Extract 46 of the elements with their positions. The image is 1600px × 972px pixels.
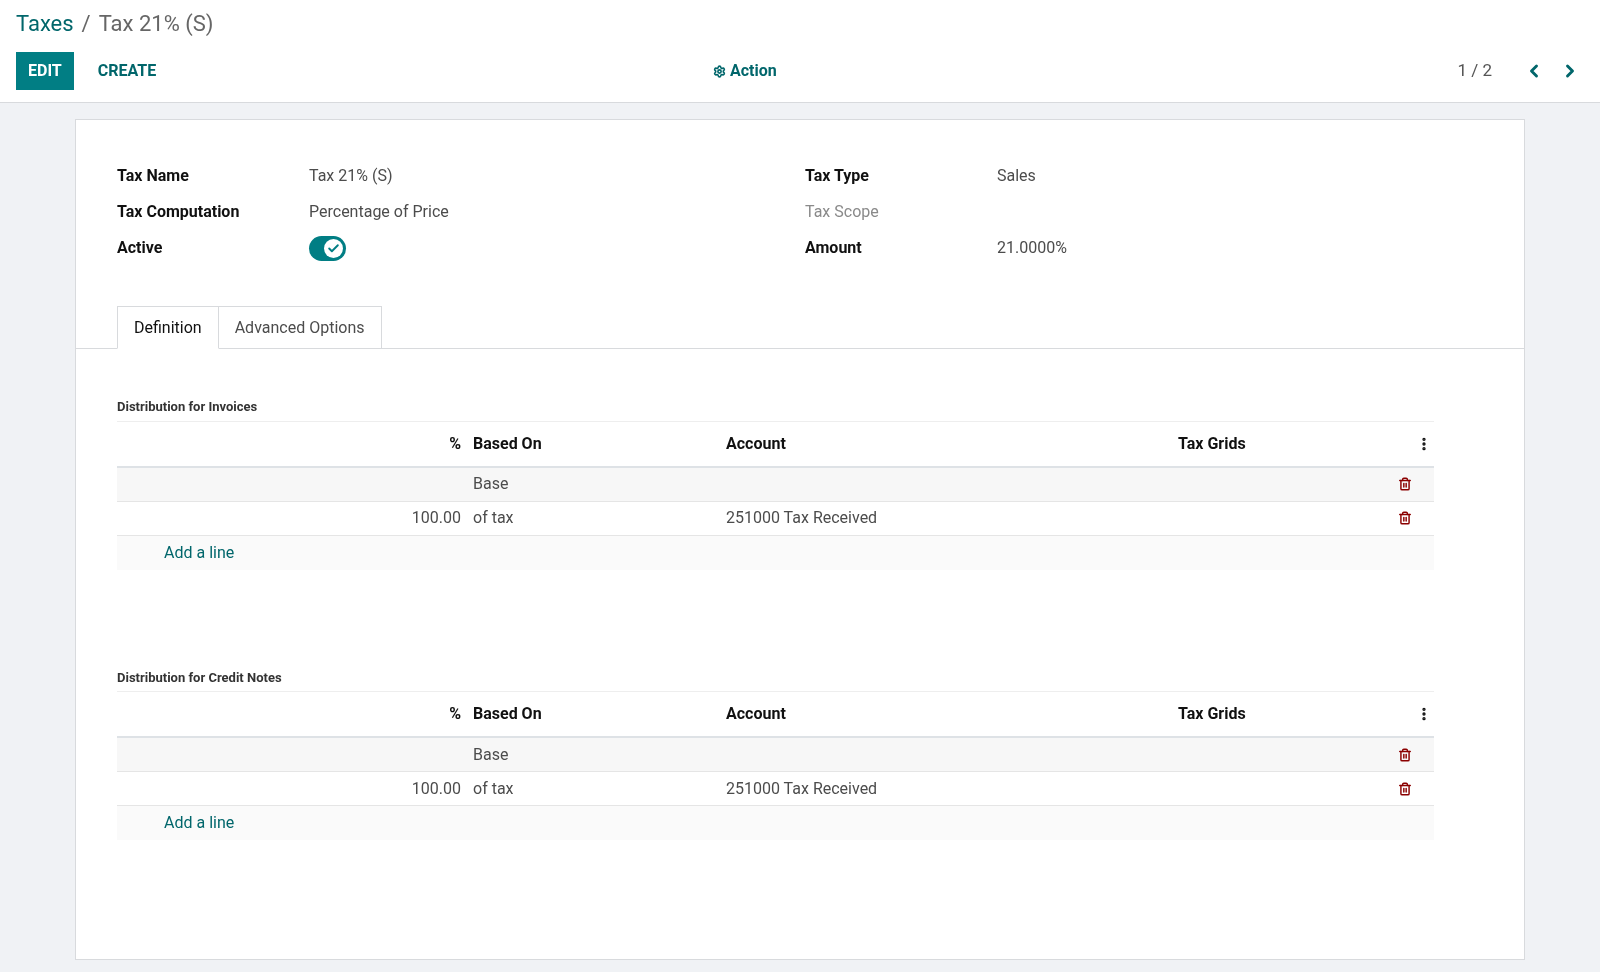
active-toggle[interactable] [309,235,346,261]
column-header: Based On [472,703,543,725]
add-line-link[interactable]: Add a line [164,811,235,835]
column-header: Tax Grids [1177,703,1247,725]
create-button[interactable]: CREATE [81,52,173,90]
field-value: 21.0000% [997,237,1067,259]
field-label: Tax Name [117,165,190,187]
delete-icon[interactable] [1398,747,1412,762]
column-header: Based On [472,432,543,455]
section-title: Distribution for Credit Notes [117,667,1434,692]
field-label: Tax Scope [805,201,880,223]
field-value: Tax 21% (S) [309,165,393,187]
breadcrumb-link[interactable]: Taxes [16,6,74,40]
column-header: % [448,432,462,455]
table-cell: 251000 Tax Received [726,508,878,527]
action-button[interactable]: Action [712,59,777,83]
field-value: Percentage of Price [309,201,449,223]
breadcrumb-current: Tax 21% (S) [98,9,214,38]
table-cell: of tax [473,508,514,527]
field-value: Sales [997,165,1036,187]
table-cell: Base [473,744,509,764]
field-label: Tax Type [805,165,870,187]
table-cell: of tax [473,778,514,798]
pager-text: 1 / 2 [1457,59,1492,83]
delete-icon[interactable] [1398,511,1412,525]
column-header: % [448,703,462,725]
field-label: Active [117,237,164,259]
column-header: Account [725,432,787,455]
section-title: Distribution for Invoices [117,397,1434,422]
table-cell: 251000 Tax Received [726,778,878,798]
check-icon [327,241,340,255]
field-label: Tax Computation [117,201,241,223]
field-label: Amount [805,237,863,259]
add-line-link[interactable]: Add a line [164,540,235,565]
tab[interactable]: Advanced Options [218,306,382,349]
edit-button[interactable]: EDIT [16,52,74,90]
column-header: Tax Grids [1177,432,1247,455]
table-cell: 100.00 [411,508,461,527]
column-header: Account [725,703,787,725]
breadcrumb-separator: / [81,9,91,38]
table-cell: 100.00 [411,778,461,798]
tab[interactable]: Definition [117,306,219,349]
gear-icon [712,64,726,78]
delete-icon[interactable] [1398,781,1412,796]
table-cell: Base [473,474,509,493]
delete-icon[interactable] [1398,477,1412,491]
